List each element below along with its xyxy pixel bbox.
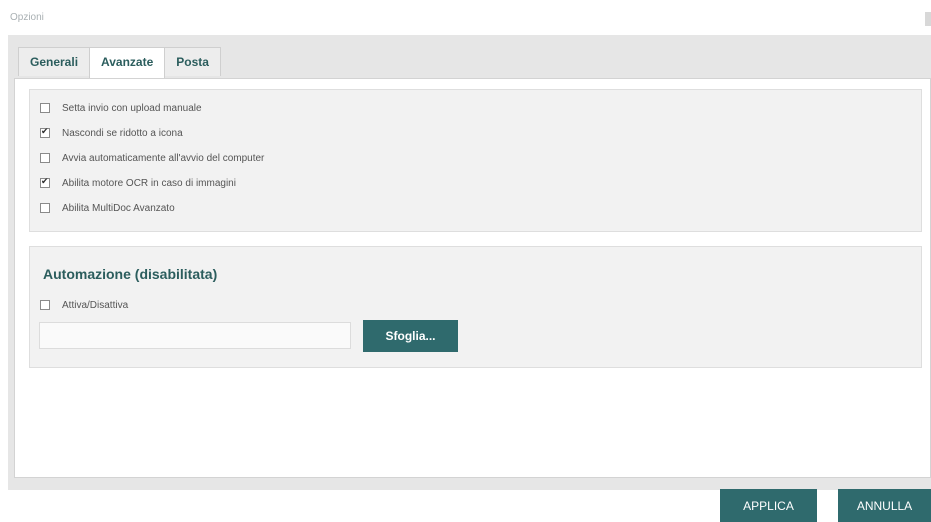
option-label: Abilita motore OCR in caso di immagini: [62, 177, 236, 189]
tab-bar: Generali Avanzate Posta: [18, 47, 221, 78]
option-upload-manuale[interactable]: Setta invio con upload manuale: [40, 100, 202, 116]
tab-avanzate[interactable]: Avanzate: [89, 47, 166, 78]
option-label: Abilita MultiDoc Avanzato: [62, 202, 175, 214]
automation-path-input[interactable]: [39, 322, 351, 349]
option-label: Avvia automaticamente all'avvio del comp…: [62, 152, 265, 164]
automation-toggle-label: Attiva/Disattiva: [62, 299, 129, 311]
checkbox[interactable]: [40, 300, 50, 310]
checkbox[interactable]: [40, 203, 50, 213]
checkbox[interactable]: [40, 176, 50, 188]
window-corner-control[interactable]: [925, 12, 931, 26]
option-multidoc[interactable]: Abilita MultiDoc Avanzato: [40, 200, 175, 216]
browse-button[interactable]: Sfoglia...: [363, 320, 458, 352]
options-dialog: Generali Avanzate Posta Setta invio con …: [8, 35, 931, 490]
checkbox[interactable]: [40, 126, 50, 138]
option-avvio-automatico[interactable]: Avvia automaticamente all'avvio del comp…: [40, 150, 264, 166]
automation-toggle[interactable]: Attiva/Disattiva: [40, 297, 128, 313]
automation-group: Automazione (disabilitata) Attiva/Disatt…: [29, 246, 922, 368]
window-title: Opzioni: [10, 12, 44, 23]
tab-posta[interactable]: Posta: [164, 47, 221, 76]
automation-title: Automazione (disabilitata): [43, 266, 218, 282]
checkbox[interactable]: [40, 153, 50, 163]
checkbox[interactable]: [40, 103, 50, 113]
option-label: Nascondi se ridotto a icona: [62, 127, 183, 139]
apply-button[interactable]: APPLICA: [720, 489, 817, 522]
tab-generali[interactable]: Generali: [18, 47, 91, 76]
option-ocr[interactable]: Abilita motore OCR in caso di immagini: [40, 175, 236, 191]
cancel-button[interactable]: ANNULLA: [838, 489, 931, 522]
option-nascondi-icona[interactable]: Nascondi se ridotto a icona: [40, 125, 183, 141]
advanced-options-group: Setta invio con upload manuale Nascondi …: [29, 89, 922, 232]
option-label: Setta invio con upload manuale: [62, 102, 202, 114]
tab-panel-avanzate: Setta invio con upload manuale Nascondi …: [14, 78, 931, 478]
